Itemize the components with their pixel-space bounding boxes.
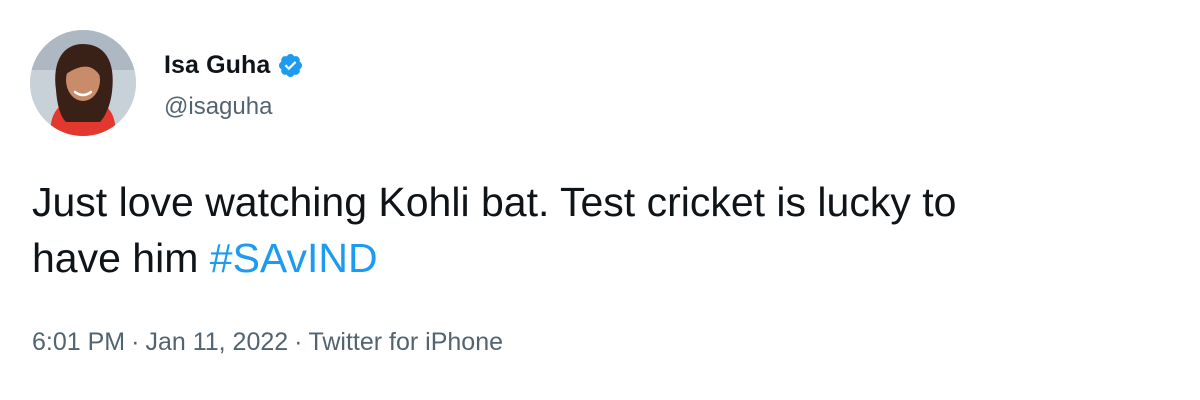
avatar[interactable] [30,30,136,136]
tweet-card: Isa Guha @isaguha Just love watching Koh… [0,0,1200,400]
tweet-text-line-1: Just love watching Kohli bat. Test crick… [32,179,957,225]
tweet-source[interactable]: Twitter for iPhone [308,328,503,357]
name-row: Isa Guha [164,45,304,85]
tweet-time[interactable]: 6:01 PM [32,328,125,357]
hashtag-link[interactable]: #SAvIND [210,235,378,281]
avatar-image [30,30,136,136]
tweet-date[interactable]: Jan 11, 2022 [145,328,288,357]
user-handle[interactable]: @isaguha [164,93,304,121]
tweet-text-line-2: have him #SAvIND [32,230,1192,286]
display-name[interactable]: Isa Guha [164,51,270,80]
tweet-text-prefix: have him [32,235,210,281]
verified-badge-icon [277,52,304,79]
meta-separator: · [131,328,140,356]
tweet-text: Just love watching Kohli bat. Test crick… [32,174,1192,286]
author-identity: Isa Guha @isaguha [164,45,304,121]
meta-separator: · [294,328,303,356]
tweet-metadata: 6:01 PM · Jan 11, 2022 · Twitter for iPh… [32,328,503,357]
tweet-header: Isa Guha @isaguha [30,28,304,138]
